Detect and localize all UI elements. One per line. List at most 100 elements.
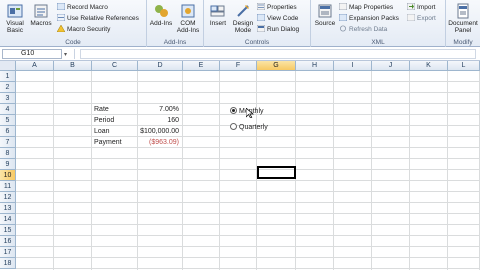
row-header-10[interactable]: 10 (0, 170, 16, 181)
gridline-col-k (447, 71, 448, 270)
add-ins-icon (155, 5, 168, 17)
cell-c4[interactable]: Rate (92, 104, 138, 115)
view-code-label: View Code (267, 15, 299, 22)
refresh-data-button[interactable]: Refresh Data (339, 25, 387, 34)
row-header-2[interactable]: 2 (0, 82, 16, 93)
cell-c6[interactable]: Loan (92, 126, 138, 137)
column-header-e[interactable]: E (183, 61, 220, 71)
row-header-5[interactable]: 5 (0, 115, 16, 126)
column-header-k[interactable]: K (410, 61, 448, 71)
visual-basic-button[interactable]: Visual Basic (3, 3, 27, 34)
column-header-b[interactable]: B (54, 61, 92, 71)
name-box[interactable]: G10 (2, 49, 62, 59)
run-dialog-button[interactable]: Run Dialog (257, 25, 299, 34)
add-ins-button[interactable]: Add-Ins (149, 3, 173, 27)
radio-selected-icon[interactable] (230, 107, 237, 114)
expansion-packs-button[interactable]: Expansion Packs (339, 14, 399, 23)
map-properties-button[interactable]: Map Properties (339, 3, 393, 12)
gridline-row-17 (16, 257, 480, 258)
macro-security-button[interactable]: Macro Security (57, 25, 110, 34)
properties-icon (257, 3, 265, 10)
column-header-c[interactable]: C (92, 61, 138, 71)
warning-icon (57, 25, 65, 32)
gridline-row-11 (16, 191, 480, 192)
column-header-l[interactable]: L (448, 61, 480, 71)
xml-group: Source Map Properties Expansion Packs Re… (311, 0, 446, 47)
column-header-d[interactable]: D (138, 61, 183, 71)
row-header-15[interactable]: 15 (0, 225, 16, 236)
row-header-3[interactable]: 3 (0, 93, 16, 104)
row-header-11[interactable]: 11 (0, 181, 16, 192)
cell-d4[interactable]: 7.00% (138, 104, 182, 115)
gridline-row-10 (16, 180, 480, 181)
source-button[interactable]: Source (313, 3, 337, 27)
active-cell-g10[interactable] (257, 166, 296, 179)
controls-group: Insert Design Mode Properties View Code … (204, 0, 311, 47)
gridline-col-e (219, 71, 220, 270)
column-header-j[interactable]: J (372, 61, 410, 71)
spreadsheet-grid[interactable]: A B C D E F G H I J K L 1 2 3 4 5 6 7 8 9 10 11 12 13 14 15 16 17 18 R… (0, 61, 480, 270)
cell-d5[interactable]: 160 (138, 115, 182, 126)
select-all-corner[interactable] (0, 61, 16, 71)
gridline-row-12 (16, 202, 480, 203)
row-header-1[interactable]: 1 (0, 71, 16, 82)
com-add-ins-button[interactable]: COM Add-Ins (175, 3, 201, 34)
column-header-h[interactable]: H (296, 61, 334, 71)
export-label: Export (417, 15, 436, 22)
use-relative-references-label: Use Relative References (67, 15, 139, 22)
row-header-9[interactable]: 9 (0, 159, 16, 170)
name-box-dropdown-icon[interactable]: ▾ (64, 51, 67, 58)
gridline-row-8 (16, 158, 480, 159)
gridline-row-18 (16, 268, 480, 269)
cell-d7[interactable]: ($963.09) (138, 137, 182, 148)
row-header-14[interactable]: 14 (0, 214, 16, 225)
column-header-f[interactable]: F (220, 61, 257, 71)
option-quarterly[interactable]: Quarterly (230, 123, 268, 133)
row-header-8[interactable]: 8 (0, 148, 16, 159)
refresh-icon (340, 25, 346, 32)
insert-button[interactable]: Insert (206, 3, 230, 27)
gridline-col-j (409, 71, 410, 270)
cell-d6[interactable]: $100,000.00 (138, 126, 182, 137)
cell-c5[interactable]: Period (92, 115, 138, 126)
radio-empty-icon[interactable] (230, 123, 237, 130)
row-header-13[interactable]: 13 (0, 203, 16, 214)
column-header-a[interactable]: A (16, 61, 54, 71)
row-header-4[interactable]: 4 (0, 104, 16, 115)
row-header-17[interactable]: 17 (0, 247, 16, 258)
visual-basic-icon (7, 4, 23, 18)
macros-icon (34, 4, 48, 18)
view-code-button[interactable]: View Code (257, 14, 298, 23)
column-header-g[interactable]: G (257, 61, 296, 71)
row-header-7[interactable]: 7 (0, 137, 16, 148)
cell-c7[interactable]: Payment (92, 137, 138, 148)
modify-group-label: Modify (453, 39, 473, 46)
use-relative-references-button[interactable]: Use Relative References (57, 14, 139, 23)
run-dialog-label: Run Dialog (267, 26, 300, 33)
gridline-col-a (53, 71, 54, 270)
gridline-row-13 (16, 213, 480, 214)
code-group: Visual Basic Macros Record Macro Use Rel… (0, 0, 147, 47)
export-button[interactable]: Export (407, 14, 436, 23)
gridline-col-c (137, 71, 138, 270)
row-header-16[interactable]: 16 (0, 236, 16, 247)
column-header-i[interactable]: I (334, 61, 372, 71)
record-macro-button[interactable]: Record Macro (57, 3, 108, 12)
properties-button[interactable]: Properties (257, 3, 297, 12)
visual-basic-label-2: Basic (7, 27, 23, 34)
document-panel-icon (457, 3, 469, 19)
row-header-18[interactable]: 18 (0, 258, 16, 269)
macro-security-label: Macro Security (67, 26, 111, 33)
import-button[interactable]: Import (407, 3, 435, 12)
gridline-row-3 (16, 103, 480, 104)
gridline-row-6 (16, 136, 480, 137)
macros-button[interactable]: Macros (29, 3, 53, 27)
document-panel-button[interactable]: Document Panel (447, 3, 479, 34)
row-header-6[interactable]: 6 (0, 126, 16, 137)
design-mode-button[interactable]: Design Mode (231, 3, 255, 34)
expansion-packs-icon (339, 14, 347, 21)
formula-input[interactable] (80, 49, 476, 59)
gridline-row-2 (16, 92, 480, 93)
row-header-12[interactable]: 12 (0, 192, 16, 203)
gridline-col-h (333, 71, 334, 270)
